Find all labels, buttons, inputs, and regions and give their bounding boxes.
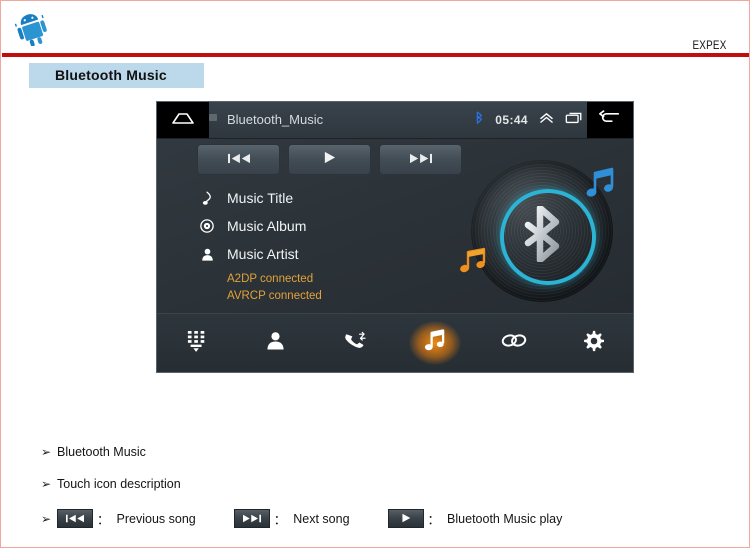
metadata-label: Music Album	[227, 218, 307, 234]
note-text: Touch icon description	[57, 477, 181, 491]
metadata-label: Music Artist	[227, 246, 299, 262]
legend-label-next: Next song	[293, 511, 350, 526]
legend-play-button	[387, 509, 424, 528]
recent-apps-icon[interactable]	[565, 111, 583, 129]
section-title-text: Bluetooth Music	[55, 67, 167, 83]
music-icon	[424, 329, 445, 357]
music-note-icon	[199, 191, 215, 206]
chevron-double-up-icon[interactable]	[539, 111, 554, 129]
notes-section: ➢ Bluetooth Music ➢ Touch icon descripti…	[41, 445, 681, 528]
status-bar-right-cluster: 05:44	[474, 102, 583, 138]
music-note-blue-icon	[583, 166, 617, 200]
nav-music[interactable]	[395, 314, 474, 372]
album-artwork	[453, 160, 623, 302]
bullet-arrow-icon: ➢	[41, 445, 52, 459]
status-bar-time: 05:44	[495, 113, 528, 127]
music-note-orange-icon	[457, 246, 489, 276]
home-icon	[170, 110, 196, 131]
device-navbar	[157, 313, 633, 372]
nav-dialpad[interactable]	[157, 314, 236, 372]
link-icon	[501, 333, 527, 353]
brand-name: EXPEX	[692, 38, 727, 52]
back-arrow-icon	[599, 110, 621, 130]
previous-track-icon	[227, 151, 251, 169]
bullet-arrow-icon: ➢	[41, 477, 52, 491]
note-text: Bluetooth Music	[57, 445, 146, 459]
play-icon	[323, 151, 336, 169]
page-root: EXPEX Bluetooth Music Bluetooth_Music 05…	[0, 0, 750, 548]
metadata-label: Music Title	[227, 190, 294, 206]
legend-previous-track-button	[57, 509, 93, 528]
nav-call-history[interactable]	[316, 314, 395, 372]
legend-label-play: Bluetooth Music play	[447, 511, 563, 526]
device-screenshot: Bluetooth_Music 05:44 Music Title Music …	[156, 101, 634, 373]
metadata-row-artist: Music Artist	[199, 240, 429, 268]
status-chip	[209, 114, 217, 121]
legend-row: ➢ ： Previous song ： Next song ： Bluetoot…	[41, 509, 681, 528]
dialpad-icon	[187, 330, 207, 357]
status-line-avrcp: AVRCP connected	[227, 290, 322, 302]
nav-contacts[interactable]	[236, 314, 315, 372]
play-icon	[401, 512, 411, 526]
note-row-touch-icon-description: ➢ Touch icon description	[41, 477, 681, 491]
previous-track-icon	[65, 512, 85, 526]
page-header: EXPEX	[1, 2, 749, 52]
back-button[interactable]	[587, 102, 633, 138]
bluetooth-logo-icon	[523, 204, 569, 264]
next-track-icon	[409, 151, 433, 169]
settings-gear-icon	[582, 330, 605, 357]
nav-settings[interactable]	[554, 314, 633, 372]
previous-track-button[interactable]	[197, 144, 280, 175]
legend-colon: ：	[97, 513, 110, 527]
play-button[interactable]	[288, 144, 371, 175]
home-button[interactable]	[157, 102, 209, 138]
next-track-icon	[242, 512, 262, 526]
legend-label-previous: Previous song	[116, 511, 196, 526]
legend-colon: ：	[273, 513, 287, 527]
nav-paired-devices[interactable]	[474, 314, 553, 372]
device-status-bar: Bluetooth_Music 05:44	[157, 102, 633, 139]
device-title: Bluetooth_Music	[227, 112, 324, 127]
status-line-a2dp: A2DP connected	[227, 273, 314, 285]
metadata-row-title: Music Title	[199, 184, 429, 212]
connection-status: A2DP connected AVRCP connected	[199, 271, 429, 305]
legend-next-track-button	[233, 509, 270, 528]
legend-colon: ：	[427, 513, 441, 527]
person-icon	[199, 248, 215, 261]
metadata-row-album: Music Album	[199, 212, 429, 240]
disc-icon	[199, 219, 215, 233]
android-robot-logo	[13, 12, 57, 47]
header-red-rule	[2, 53, 749, 57]
transport-controls	[197, 144, 462, 175]
bullet-arrow-icon: ➢	[41, 511, 52, 526]
contacts-icon	[266, 331, 285, 355]
call-history-icon	[344, 331, 366, 356]
note-row-bluetooth-music: ➢ Bluetooth Music	[41, 445, 681, 459]
next-track-button[interactable]	[379, 144, 462, 175]
bluetooth-icon	[474, 111, 484, 129]
track-metadata: Music Title Music Album Music Artist A2D…	[199, 184, 429, 305]
section-title-banner: Bluetooth Music	[29, 63, 204, 88]
